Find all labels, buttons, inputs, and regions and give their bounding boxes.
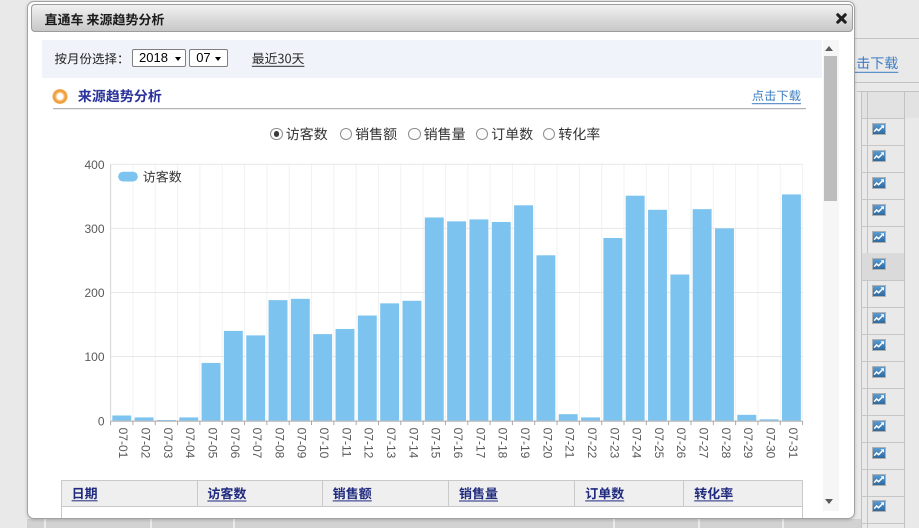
svg-text:07-03: 07-03 — [161, 428, 175, 459]
svg-text:07-08: 07-08 — [272, 428, 286, 459]
svg-text:07-01: 07-01 — [116, 428, 130, 459]
svg-text:07-02: 07-02 — [138, 428, 152, 459]
svg-text:07-13: 07-13 — [384, 428, 398, 459]
svg-text:07-05: 07-05 — [205, 428, 219, 459]
svg-text:07-29: 07-29 — [741, 428, 755, 459]
svg-text:07-21: 07-21 — [563, 428, 577, 459]
svg-text:07-24: 07-24 — [630, 428, 644, 459]
svg-text:07-23: 07-23 — [607, 428, 621, 459]
svg-text:07-25: 07-25 — [652, 428, 666, 459]
svg-text:07-17: 07-17 — [473, 428, 487, 459]
svg-text:07-14: 07-14 — [406, 428, 420, 459]
svg-text:07-28: 07-28 — [719, 428, 733, 459]
svg-text:07-09: 07-09 — [295, 428, 309, 459]
svg-text:07-04: 07-04 — [183, 428, 197, 459]
svg-text:07-12: 07-12 — [362, 428, 376, 459]
svg-text:07-27: 07-27 — [697, 428, 711, 459]
svg-text:100: 100 — [84, 350, 104, 364]
svg-text:07-06: 07-06 — [228, 428, 242, 459]
svg-text:07-22: 07-22 — [585, 428, 599, 459]
svg-text:07-10: 07-10 — [317, 428, 331, 459]
svg-text:07-30: 07-30 — [764, 428, 778, 459]
svg-text:07-31: 07-31 — [786, 428, 800, 459]
svg-text:07-16: 07-16 — [451, 428, 465, 459]
svg-text:300: 300 — [84, 222, 104, 236]
svg-text:07-20: 07-20 — [540, 428, 554, 459]
svg-text:07-19: 07-19 — [518, 428, 532, 459]
svg-text:07-07: 07-07 — [250, 428, 264, 459]
svg-text:07-26: 07-26 — [674, 428, 688, 459]
svg-text:07-18: 07-18 — [496, 428, 510, 459]
svg-text:400: 400 — [84, 158, 104, 172]
svg-text:07-15: 07-15 — [429, 428, 443, 459]
svg-text:0: 0 — [98, 414, 105, 428]
svg-text:07-11: 07-11 — [339, 428, 353, 458]
svg-text:200: 200 — [84, 286, 104, 300]
